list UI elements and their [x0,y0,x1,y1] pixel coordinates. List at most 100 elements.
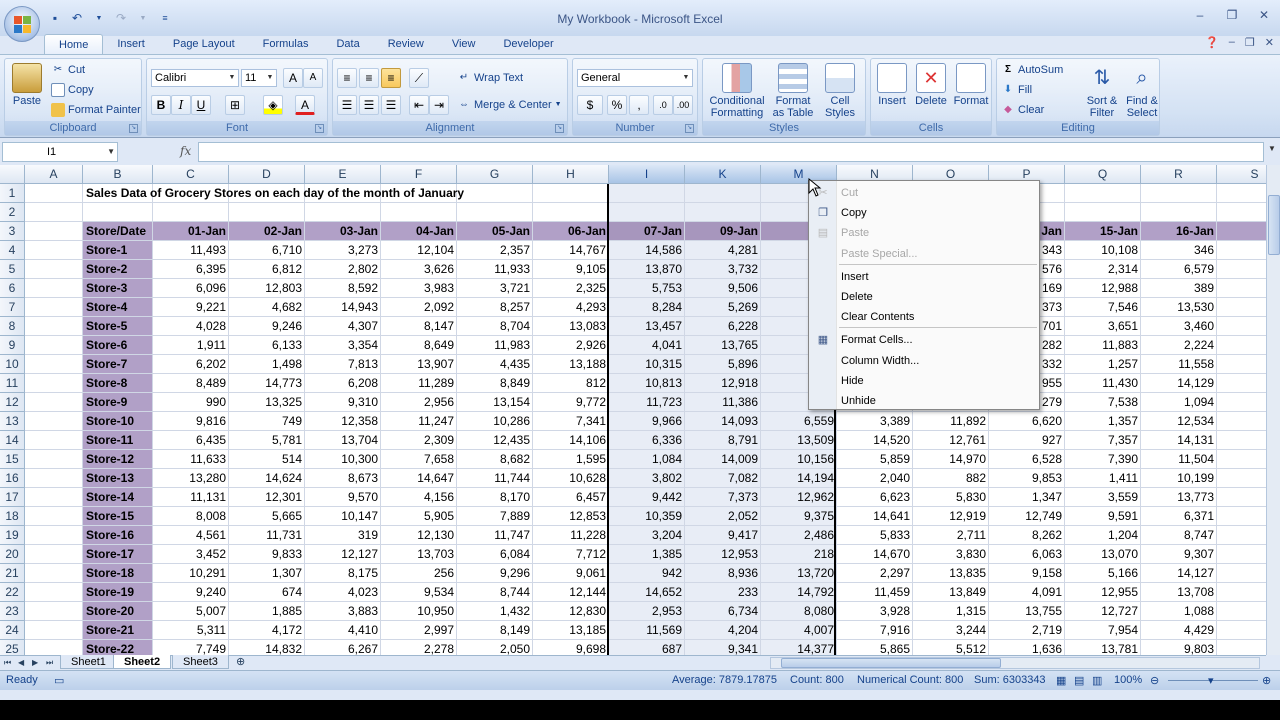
cell-a[interactable] [25,412,83,431]
cell-m[interactable]: 14,194 [761,469,837,488]
number-launcher-icon[interactable]: ↘ [685,124,694,133]
cell-g[interactable]: 8,744 [457,583,533,602]
cell-b[interactable]: Store-21 [83,621,153,640]
cell-g[interactable]: 4,435 [457,355,533,374]
cell-q[interactable]: 13,781 [1065,640,1141,655]
tab-insert[interactable]: Insert [103,34,159,54]
cell-r[interactable]: 2,224 [1141,336,1217,355]
row-header[interactable]: 23 [0,602,25,621]
fill-color-icon[interactable]: ◈ [263,95,283,115]
cell-k[interactable]: 7,082 [685,469,761,488]
cell-m[interactable]: 4,007 [761,621,837,640]
cell-s[interactable]: 12, [1217,298,1266,317]
cell-b[interactable]: Store-17 [83,545,153,564]
cell-i[interactable]: 14,652 [609,583,685,602]
cell-a[interactable] [25,488,83,507]
align-top-icon[interactable]: ≡ [337,68,357,88]
cell-h[interactable] [533,184,609,203]
cell-d[interactable]: 674 [229,583,305,602]
cell-h[interactable]: 7,712 [533,545,609,564]
cell-i[interactable]: 07-Jan [609,222,685,241]
worksheet-grid[interactable]: ABCDEFGHIKMNOPQRS 1 Sales Data of Grocery… [0,165,1266,655]
cell-b[interactable]: Store-13 [83,469,153,488]
menu-item-delete[interactable]: Delete [841,287,873,307]
insert-sheet-icon[interactable]: ⊕ [236,656,245,669]
last-sheet-icon[interactable]: ⏭ [46,656,53,669]
row-header[interactable]: 17 [0,488,25,507]
cell-p[interactable]: 4,091 [989,583,1065,602]
cell-e[interactable]: 6,267 [305,640,381,655]
cell-a[interactable] [25,317,83,336]
cell-c[interactable]: 6,435 [153,431,229,450]
cell-e[interactable]: 12,127 [305,545,381,564]
increase-decimal-icon[interactable]: .0 [653,95,673,115]
cell-i[interactable]: 1,385 [609,545,685,564]
menu-item-hide[interactable]: Hide [841,371,864,391]
column-header-k[interactable]: K [685,165,761,184]
cell-e[interactable]: 03-Jan [305,222,381,241]
cell-q[interactable]: 13,070 [1065,545,1141,564]
workbook-minimize-button[interactable]: – [1229,36,1235,49]
cell-c[interactable]: 5,007 [153,602,229,621]
merge-center-button[interactable]: ⇔ Merge & Center ▼ [457,96,562,114]
cell-m[interactable]: 14,792 [761,583,837,602]
cell-s[interactable]: 7, [1217,583,1266,602]
cell-b[interactable]: Store-14 [83,488,153,507]
cell-n[interactable]: 14,670 [837,545,913,564]
cell-d[interactable]: 9,833 [229,545,305,564]
align-center-icon[interactable]: ☰ [359,95,379,115]
cell-d[interactable]: 6,710 [229,241,305,260]
cell-b[interactable]: Store-15 [83,507,153,526]
cell-i[interactable]: 6,336 [609,431,685,450]
cell-h[interactable]: 2,926 [533,336,609,355]
cell-c[interactable]: 9,816 [153,412,229,431]
row-header[interactable]: 20 [0,545,25,564]
cell-s[interactable]: 8, [1217,279,1266,298]
cell-s[interactable]: 14, [1217,564,1266,583]
underline-icon[interactable]: U [191,95,211,115]
cell-k[interactable]: 09-Jan [685,222,761,241]
cell-r[interactable]: 10,199 [1141,469,1217,488]
normal-view-icon[interactable]: ▦ [1056,674,1066,687]
cell-c[interactable]: 7,749 [153,640,229,655]
cell-s[interactable]: 1, [1217,469,1266,488]
cell-s[interactable]: 4, [1217,640,1266,655]
cell-f[interactable]: 8,147 [381,317,457,336]
cell-r[interactable]: 13,530 [1141,298,1217,317]
cell-k[interactable]: 9,417 [685,526,761,545]
cell-r[interactable]: 1,088 [1141,602,1217,621]
cell-r[interactable]: 12,534 [1141,412,1217,431]
cell-d[interactable]: 14,773 [229,374,305,393]
cell-p[interactable]: 927 [989,431,1065,450]
cell-g[interactable]: 8,257 [457,298,533,317]
cell-h[interactable]: 1,595 [533,450,609,469]
cell-m[interactable]: 218 [761,545,837,564]
cell-q[interactable]: 1,204 [1065,526,1141,545]
sheet-title[interactable]: Sales Data of Grocery Stores on each day… [86,184,464,203]
cell-b[interactable]: Store-7 [83,355,153,374]
cell-n[interactable]: 7,916 [837,621,913,640]
cell-c[interactable]: 6,096 [153,279,229,298]
cell-h[interactable]: 13,185 [533,621,609,640]
cell-i[interactable]: 10,813 [609,374,685,393]
cell-b[interactable]: Store-11 [83,431,153,450]
cell-c[interactable]: 5,311 [153,621,229,640]
cell-m[interactable]: 13,720 [761,564,837,583]
cell-n[interactable]: 3,389 [837,412,913,431]
cell-e[interactable]: 9,310 [305,393,381,412]
cell-g[interactable]: 11,744 [457,469,533,488]
cell-f[interactable]: 2,278 [381,640,457,655]
cell-a[interactable] [25,184,83,203]
cell-h[interactable]: 14,106 [533,431,609,450]
clear-button[interactable]: ◆ Clear [1001,101,1044,119]
cell-k[interactable]: 8,936 [685,564,761,583]
cell-e[interactable]: 3,273 [305,241,381,260]
zoom-out-icon[interactable]: ⊖ [1150,674,1159,687]
borders-icon[interactable]: ⊞ [225,95,245,115]
cell-d[interactable]: 5,781 [229,431,305,450]
cell-m[interactable]: 6,559 [761,412,837,431]
cell-p[interactable]: 2,719 [989,621,1065,640]
cell-k[interactable]: 11,386 [685,393,761,412]
column-header-q[interactable]: Q [1065,165,1141,184]
cell-p[interactable]: 6,528 [989,450,1065,469]
